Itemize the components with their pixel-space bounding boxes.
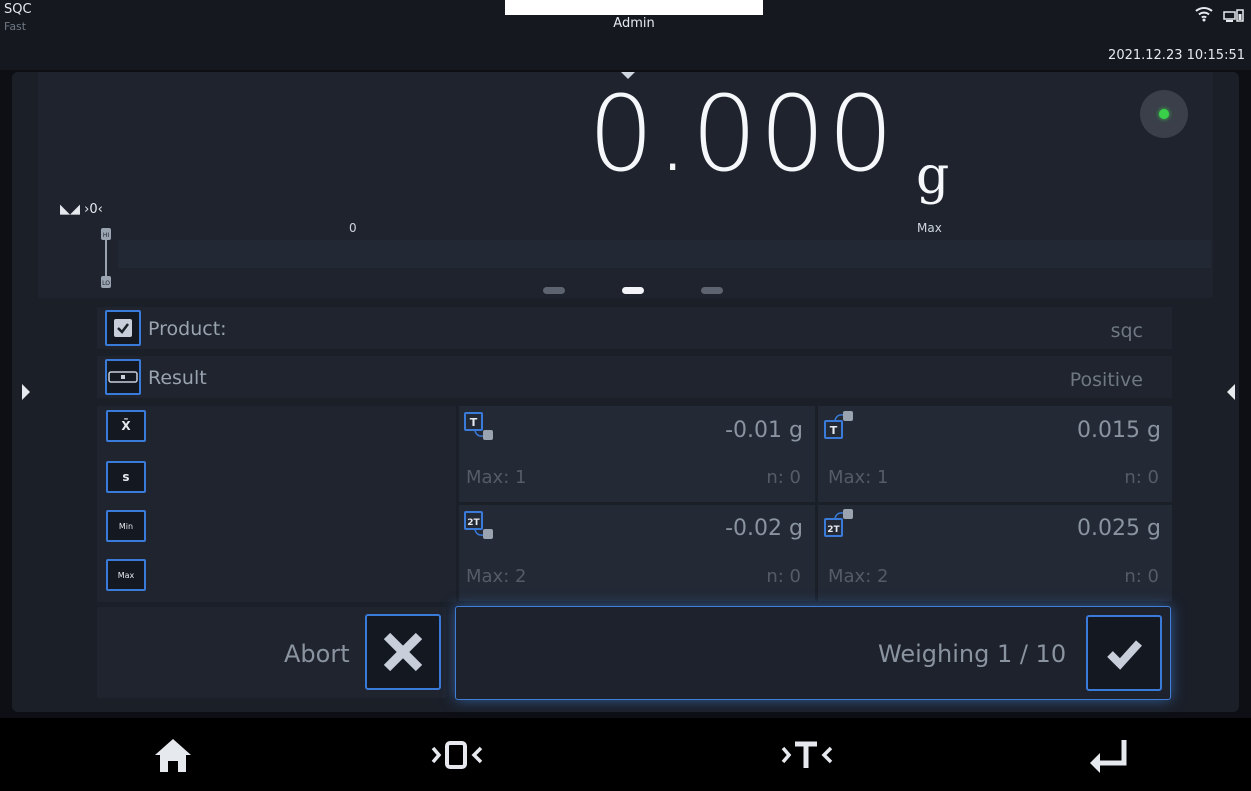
2t-hi-count: n: 0 — [1124, 566, 1159, 587]
2t-lo-icon: 2T — [463, 510, 495, 542]
weight-value: 0.000 — [588, 73, 896, 195]
svg-text:LO: LO — [102, 280, 110, 287]
max-button[interactable]: Max — [106, 559, 146, 591]
user-tab[interactable] — [505, 0, 763, 15]
min-button[interactable]: Min — [106, 510, 146, 542]
weighing-progress-label: Weighing 1 / 10 — [878, 640, 1067, 668]
t-lo-value: -0.01 g — [725, 418, 803, 443]
speed-label: Fast — [4, 20, 27, 33]
next-screen-button[interactable] — [1213, 72, 1239, 712]
user-label[interactable]: Admin — [505, 16, 763, 31]
close-icon — [383, 632, 423, 672]
statistics-panel — [97, 406, 456, 602]
wifi-icon — [1195, 6, 1213, 26]
result-value: Positive — [1069, 369, 1143, 391]
2t-hi-max: Max: 2 — [828, 566, 889, 587]
t-hi-max: Max: 1 — [828, 467, 889, 488]
chevron-left-icon — [1227, 384, 1235, 400]
t-hi-count: n: 0 — [1124, 467, 1159, 488]
enter-button[interactable] — [1049, 718, 1169, 791]
product-icon[interactable] — [105, 310, 141, 346]
mode-label: SQC — [4, 2, 32, 17]
svg-text:T: T — [830, 424, 838, 437]
page-indicator-3 — [701, 287, 723, 294]
t-lo-count: n: 0 — [766, 467, 801, 488]
result-icon[interactable] — [105, 359, 141, 395]
battery-icon — [1223, 8, 1245, 27]
product-value: sqc — [1110, 320, 1143, 342]
svg-text:HI: HI — [103, 232, 110, 239]
stability-dot — [1159, 109, 1169, 119]
t-hi-value: 0.015 g — [1077, 418, 1161, 443]
zero-button[interactable] — [397, 718, 517, 791]
t-hi-icon: T — [823, 409, 855, 441]
svg-text:2T: 2T — [467, 518, 480, 528]
home-button[interactable] — [113, 718, 233, 791]
bargraph-min-label: 0 — [349, 221, 357, 235]
page-indicator-2 — [622, 287, 644, 294]
2t-lo-value: -0.02 g — [725, 516, 803, 541]
abort-label: Abort — [284, 640, 350, 668]
datetime: 2021.12.23 10:15:51 — [1108, 48, 1245, 63]
bargraph — [118, 240, 1211, 268]
bargraph-max-label: Max — [917, 221, 942, 235]
mean-button[interactable]: X̄ — [106, 410, 146, 442]
zero-icon — [431, 740, 483, 769]
home-icon — [155, 738, 191, 772]
svg-text:2T: 2T — [827, 525, 840, 535]
checkmark-icon — [1107, 640, 1142, 670]
chevron-right-icon — [22, 384, 30, 400]
2t-lo-count: n: 0 — [766, 566, 801, 587]
2t-lo-max: Max: 2 — [466, 566, 527, 587]
prev-screen-button[interactable] — [12, 72, 38, 712]
zero-indicator: ◣◢ ›0‹ — [60, 202, 103, 217]
confirm-button[interactable] — [1086, 615, 1162, 691]
std-dev-button[interactable]: s — [106, 461, 146, 493]
hi-lo-indicator-icon: HI LO — [100, 226, 114, 290]
result-row[interactable] — [97, 356, 1172, 398]
weight-unit[interactable]: g — [916, 150, 949, 202]
product-row[interactable] — [97, 307, 1172, 349]
2t-hi-icon: 2T — [823, 507, 855, 539]
enter-icon — [1090, 739, 1127, 773]
page-indicator-1 — [543, 287, 565, 294]
t-lo-icon: T — [463, 411, 495, 443]
product-label: Product: — [148, 318, 227, 340]
svg-text:T: T — [470, 416, 478, 429]
result-label: Result — [148, 367, 207, 389]
tare-icon — [781, 741, 833, 768]
2t-hi-value: 0.025 g — [1077, 516, 1161, 541]
t-lo-max: Max: 1 — [466, 467, 527, 488]
abort-button[interactable] — [365, 614, 441, 690]
tare-button[interactable] — [747, 718, 867, 791]
